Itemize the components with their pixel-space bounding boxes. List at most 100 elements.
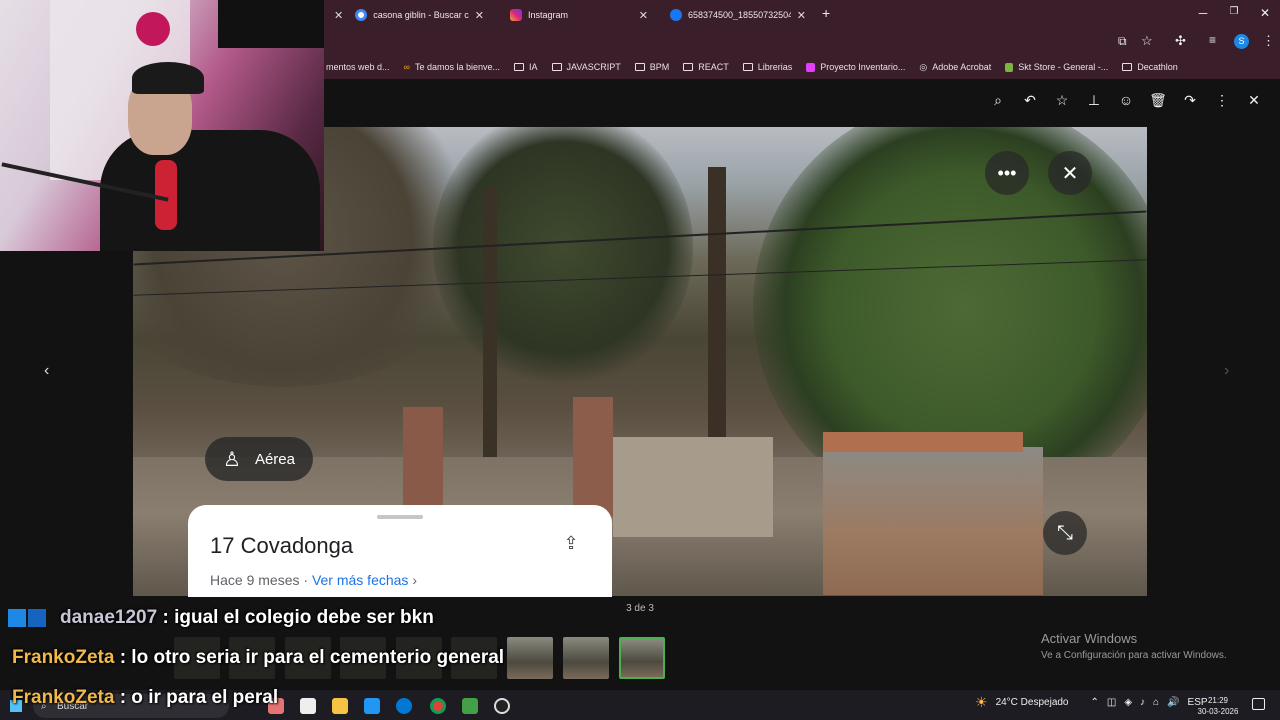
microphone-icon[interactable]: ♪ xyxy=(1140,697,1145,708)
thumbnail[interactable] xyxy=(563,637,609,679)
bookmark-folder-bpm[interactable]: BPM xyxy=(634,62,670,72)
restore-icon[interactable]: ❐ xyxy=(1224,6,1244,17)
shopify-icon xyxy=(1005,62,1014,72)
pegman-icon: ♙ xyxy=(223,448,241,471)
photo-close-button[interactable]: ✕ xyxy=(1048,151,1092,195)
bookmark-folder-decathlon[interactable]: Decathlon xyxy=(1122,62,1178,72)
chat-username: FrankoZeta xyxy=(12,647,115,668)
collapse-icon[interactable]: ⤡ xyxy=(1043,511,1087,555)
chat-message: FrankoZeta : lo otro seria ir para el ce… xyxy=(12,647,504,669)
new-tab-button[interactable]: + xyxy=(822,5,830,21)
more-dates-link[interactable]: Ver más fechas xyxy=(312,572,409,588)
bookmark-label: Decathlon xyxy=(1137,62,1178,72)
facebook-icon xyxy=(670,9,682,21)
tab-label: 658374500_185507325040640 xyxy=(688,10,791,20)
close-tab-icon[interactable]: ✕ xyxy=(797,9,806,22)
system-tray: ☀ 24°C Despejado ⌃ ◫ ◈ ♪ ⌂ 🔊 ESP xyxy=(975,694,1208,711)
activation-title: Activar Windows xyxy=(1041,631,1138,646)
thumbnail-selected[interactable] xyxy=(619,637,665,679)
close-window-icon[interactable]: ✕ xyxy=(1255,6,1275,20)
bookmark-label: IA xyxy=(529,62,538,72)
profile-avatar[interactable]: S xyxy=(1234,34,1249,49)
more-options-icon[interactable]: ⋮ xyxy=(1213,91,1231,109)
place-card[interactable]: 17 Covadonga ⇪ Hace 9 meses · Ver más fe… xyxy=(188,505,612,597)
volume-icon[interactable]: 🔊 xyxy=(1167,697,1179,708)
close-viewer-icon[interactable]: ✕ xyxy=(1245,91,1263,109)
emoji-icon[interactable]: ☺ xyxy=(1117,91,1135,109)
store-icon[interactable] xyxy=(364,698,380,714)
bookmark-star-icon[interactable]: ☆ xyxy=(1141,33,1153,49)
minecraft-icon[interactable] xyxy=(462,698,478,714)
tab-google-search[interactable]: ✕ casona giblin - Buscar con Goo ✕ xyxy=(324,4,494,26)
star-icon[interactable]: ☆ xyxy=(1053,91,1071,109)
chat-text: : o ir para el peral xyxy=(119,687,279,708)
chat-text: : igual el colegio debe ser bkn xyxy=(162,607,434,628)
network-icon[interactable]: ⌂ xyxy=(1153,697,1159,708)
google-icon xyxy=(355,9,368,21)
extensions-icon[interactable]: ✣ xyxy=(1175,33,1186,49)
clock[interactable]: 21:29 30-03-2026 xyxy=(1196,695,1240,717)
chat-badge-icon xyxy=(28,608,46,627)
bookmark-item[interactable]: ◎ Adobe Acrobat xyxy=(919,62,991,73)
folder-icon xyxy=(683,63,694,71)
date: 30-03-2026 xyxy=(1197,707,1239,716)
notifications-icon[interactable] xyxy=(1252,698,1265,710)
install-app-icon[interactable]: ⧉ xyxy=(1118,34,1127,49)
bookmark-label: Proyecto Inventario... xyxy=(820,62,906,72)
minimize-icon[interactable]: ─ xyxy=(1193,6,1213,20)
chevron-up-icon[interactable]: ⌃ xyxy=(1091,697,1099,708)
media-control-icon[interactable]: ≡ xyxy=(1209,33,1216,47)
bookmark-label: Adobe Acrobat xyxy=(932,62,992,72)
tab-label: casona giblin - Buscar con Goo xyxy=(373,10,469,20)
thumbnail[interactable] xyxy=(507,637,553,679)
forward-icon[interactable]: ↷ xyxy=(1181,91,1199,109)
activation-subtitle: Ve a Configuración para activar Windows. xyxy=(1041,650,1227,661)
weather-text[interactable]: 24°C Despejado xyxy=(996,697,1069,708)
bookmark-folder-librerias[interactable]: Librerias xyxy=(742,62,792,72)
bookmark-label: BPM xyxy=(649,62,670,72)
file-explorer-icon[interactable] xyxy=(332,698,348,714)
bookmark-label: Skt Store - General -... xyxy=(1018,62,1109,72)
notepad-icon[interactable] xyxy=(300,698,316,714)
chat-text: : lo otro seria ir para el cementerio ge… xyxy=(119,647,505,668)
chrome-icon[interactable] xyxy=(430,698,446,714)
previous-image-icon[interactable]: ‹ xyxy=(44,362,49,380)
instagram-icon xyxy=(510,9,522,21)
windows-activation-watermark: Activar Windows Ve a Configuración para … xyxy=(1041,631,1227,661)
tab-label: Instagram xyxy=(528,10,569,20)
drag-handle[interactable] xyxy=(377,515,423,519)
folder-icon xyxy=(514,63,525,71)
reply-icon[interactable]: ↶ xyxy=(1021,91,1039,109)
glasses-icon: ∞ xyxy=(403,62,410,72)
aerial-view-button[interactable]: ♙ Aérea xyxy=(205,437,313,481)
bookmark-folder-ia[interactable]: IA xyxy=(514,62,538,72)
next-image-icon[interactable]: › xyxy=(1224,362,1229,380)
close-tab-icon[interactable]: ✕ xyxy=(639,9,648,22)
bookmark-item[interactable]: Proyecto Inventario... xyxy=(806,62,905,72)
bookmarks-bar: mentos web d... ∞ Te damos la bienve... I… xyxy=(324,55,1280,79)
bookmark-folder-react[interactable]: REACT xyxy=(683,62,729,72)
close-tab-icon[interactable]: ✕ xyxy=(334,9,343,22)
place-name: 17 Covadonga xyxy=(210,533,354,558)
tray-icon[interactable]: ◫ xyxy=(1107,697,1116,708)
tab-facebook[interactable]: 658374500_185507325040640 ✕ xyxy=(660,4,816,26)
obs-icon[interactable] xyxy=(494,698,510,714)
share-icon[interactable]: ⇪ xyxy=(558,533,584,559)
browser-menu-icon[interactable]: ⋮ xyxy=(1262,33,1275,49)
chat-message: FrankoZeta : o ir para el peral xyxy=(12,687,278,709)
webcam-overlay xyxy=(0,0,324,251)
bookmark-item[interactable]: ∞ Te damos la bienve... xyxy=(404,62,500,72)
bookmark-item[interactable]: mentos web d... xyxy=(326,62,390,72)
pin-icon[interactable]: ⊥ xyxy=(1085,91,1103,109)
tray-icon[interactable]: ◈ xyxy=(1124,697,1132,708)
outlook-icon[interactable] xyxy=(396,698,412,714)
tab-instagram[interactable]: Instagram ✕ xyxy=(500,4,658,26)
chat-username: FrankoZeta xyxy=(12,687,115,708)
photo-more-button[interactable]: ••• xyxy=(985,151,1029,195)
delete-icon[interactable]: 🗑 xyxy=(1149,91,1167,109)
bookmark-item[interactable]: Skt Store - General -... xyxy=(1005,62,1108,72)
folder-icon xyxy=(1122,63,1133,71)
bookmark-folder-javascript[interactable]: JAVASCRIPT xyxy=(551,62,621,72)
zoom-icon[interactable]: ⌕ xyxy=(989,91,1007,109)
close-tab-icon[interactable]: ✕ xyxy=(475,9,484,22)
